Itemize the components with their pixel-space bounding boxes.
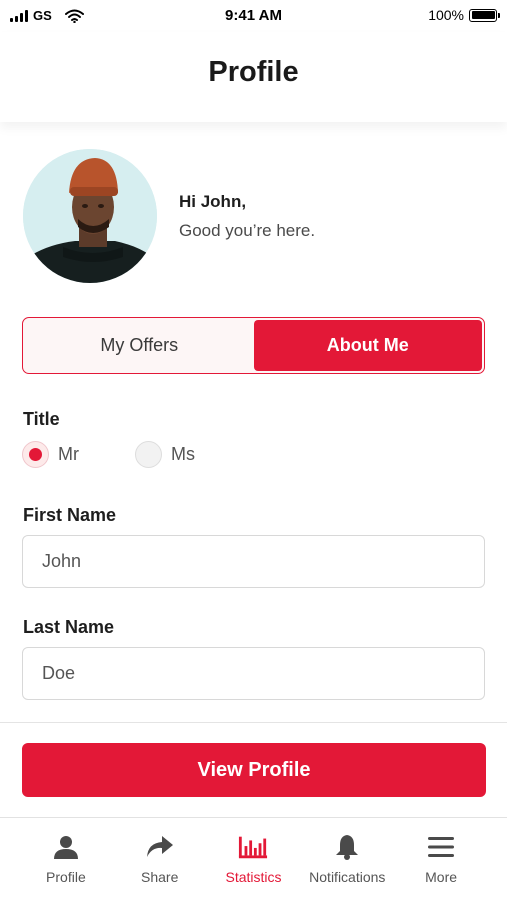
tabbar-label-notifications: Notifications [309,869,386,885]
tabbar-label-more: More [425,869,458,885]
bottom-tab-bar: Profile Share Statistics Notifications M… [0,817,507,900]
greeting-message: Good you’re here. [179,221,316,240]
radio-ms-label: Ms [171,444,195,464]
share-arrow-icon [145,832,175,862]
battery-percent: 100% [428,7,464,23]
bar-chart-icon [238,832,268,862]
tabbar-label-statistics: Statistics [225,869,282,885]
radio-ms[interactable]: Ms [135,441,195,468]
title-label: Title [23,409,60,429]
tabbar-item-share[interactable]: Share [113,818,207,900]
tabbar-label-profile: Profile [46,869,86,885]
view-profile-button[interactable]: View Profile [22,743,486,797]
status-bar: GS 9:41 AM 100% [0,0,507,32]
title-radio-group: Mr Ms [22,441,195,468]
status-right: 100% [428,7,500,23]
tab-my-offers[interactable]: My Offers [25,320,254,371]
person-icon [51,832,81,862]
tabbar-item-profile[interactable]: Profile [19,818,113,900]
radio-mr[interactable]: Mr [22,441,79,468]
tabbar-item-more[interactable]: More [394,818,488,900]
radio-unchecked-icon[interactable] [135,441,162,468]
tabbar-label-share: Share [141,869,179,885]
bell-icon [332,832,362,862]
first-name-field[interactable]: John [22,535,485,588]
tabbar-item-notifications[interactable]: Notifications [300,818,394,900]
first-name-label: First Name [23,505,117,525]
radio-mr-label: Mr [58,444,79,464]
greeting-title: Hi John, [179,192,247,211]
tab-about-me[interactable]: About Me [253,320,482,371]
battery-icon [469,8,500,22]
profile-screen: GS 9:41 AM 100% Profile Hi John, Good yo… [0,0,507,900]
avatar [23,149,157,283]
profile-segmented-control: My Offers About Me [22,317,485,374]
menu-icon [426,832,456,862]
page-header: Profile [0,32,507,122]
divider [0,722,507,723]
page-title: Profile [208,56,299,88]
avatar-illustration [23,149,157,283]
radio-checked-icon[interactable] [22,441,49,468]
last-name-field[interactable]: Doe [22,647,485,700]
tabbar-item-statistics[interactable]: Statistics [207,818,301,900]
last-name-label: Last Name [23,617,115,637]
